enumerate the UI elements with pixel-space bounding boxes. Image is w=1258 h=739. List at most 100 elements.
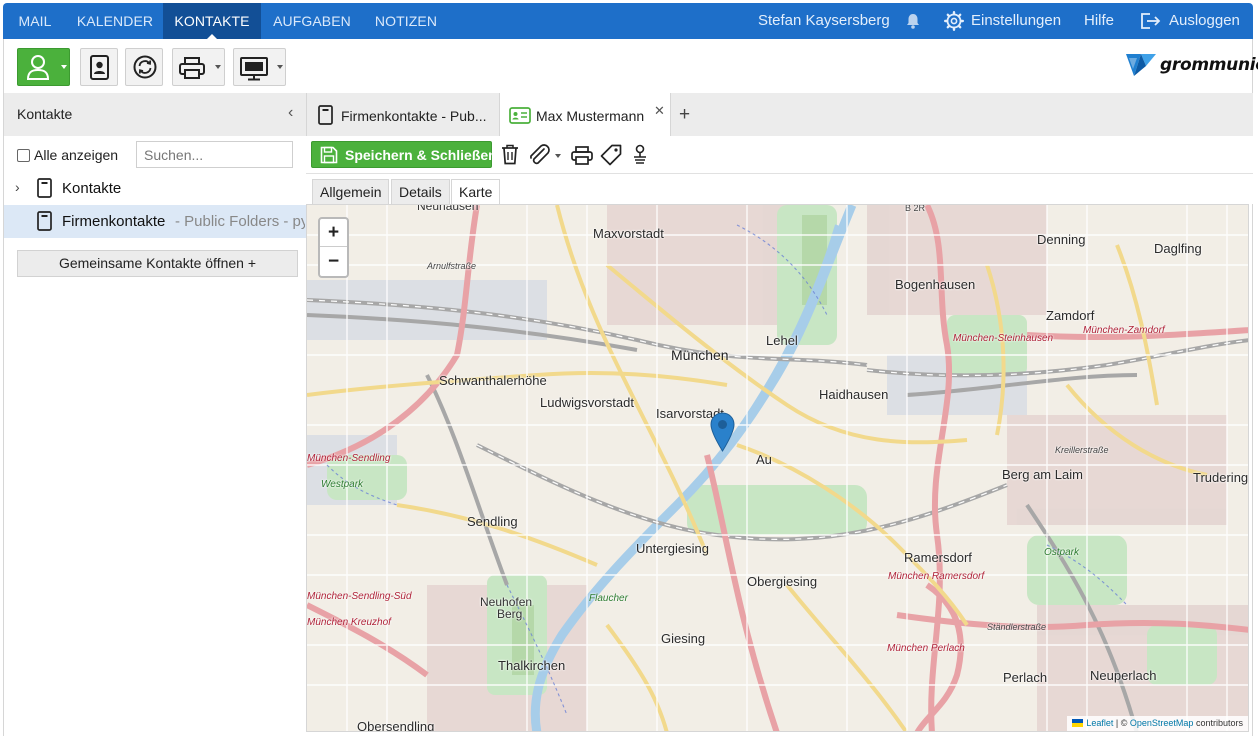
chevron-down-icon[interactable] xyxy=(555,154,561,158)
sidebar-title: Kontakte xyxy=(17,106,73,122)
leaflet-link[interactable]: Leaflet xyxy=(1086,718,1113,728)
chevron-down-icon[interactable] xyxy=(277,65,283,69)
chevron-right-icon[interactable]: › xyxy=(15,179,20,195)
new-contact-icon xyxy=(26,55,50,80)
tag-icon[interactable] xyxy=(600,144,622,166)
gear-icon[interactable] xyxy=(944,11,964,31)
logo-text: grommunio xyxy=(1160,55,1258,75)
map-label: Obersendling xyxy=(357,719,435,732)
map-label: München Ramersdorf xyxy=(888,571,985,582)
map-label: Lehel xyxy=(766,333,798,348)
location-marker-icon[interactable] xyxy=(710,412,735,452)
contacts-folder-icon xyxy=(318,105,333,125)
user-name[interactable]: Stefan Kaysersberg xyxy=(758,3,890,39)
tab-kalender[interactable]: KALENDER xyxy=(67,3,163,39)
map-label: Perlach xyxy=(1003,670,1048,685)
address-book-button[interactable] xyxy=(80,48,118,86)
map-label: Schwanthalerhöhe xyxy=(439,373,547,388)
grommunio-logo-icon xyxy=(1126,54,1156,76)
settings-link[interactable]: Einstellungen xyxy=(971,3,1061,39)
contact-card-icon xyxy=(509,107,531,124)
map-label: Kreillerstraße xyxy=(1055,445,1109,455)
map-label: Thalkirchen xyxy=(498,658,566,673)
address-book-icon xyxy=(90,55,109,80)
logout-link[interactable]: Ausloggen xyxy=(1169,3,1240,39)
map-label: Daglfing xyxy=(1154,241,1202,256)
map-label: München-Zamdorf xyxy=(1083,325,1165,336)
sidebar-header: Kontakte ‹ xyxy=(4,93,307,136)
contacts-sidebar: Kontakte ‹ Alle anzeigen › Kontakte Firm… xyxy=(3,93,307,736)
zoom-out-button[interactable]: − xyxy=(320,248,347,276)
map-label: Flaucher xyxy=(589,593,628,604)
map-label: München-Sendling xyxy=(307,453,391,464)
zoom-in-button[interactable]: + xyxy=(320,219,347,247)
close-icon[interactable]: ✕ xyxy=(654,103,665,119)
map-label: Au xyxy=(756,452,772,467)
view-button[interactable] xyxy=(233,48,286,86)
contact-actions: Speichern & Schließen xyxy=(306,136,1253,174)
contact-editor: Firmenkontakte - Pub... Max Mustermann ✕… xyxy=(306,93,1253,736)
subtab-allgemein[interactable]: Allgemein xyxy=(312,179,390,205)
collapse-icon[interactable]: ‹ xyxy=(288,104,293,122)
checkbox-icon[interactable] xyxy=(17,149,30,162)
attribution-contributors: contributors xyxy=(1195,718,1243,728)
tree-item-label: Firmenkontakte xyxy=(62,213,166,230)
open-shared-contacts-button[interactable]: Gemeinsame Kontakte öffnen + xyxy=(17,250,298,277)
tab-kontakte[interactable]: KONTAKTE xyxy=(163,3,261,39)
map-label: Berg am Laim xyxy=(1002,467,1083,482)
map-label: Sendling xyxy=(467,514,518,529)
new-contact-button[interactable] xyxy=(17,48,70,86)
tree-item-kontakte[interactable]: › Kontakte xyxy=(4,172,307,205)
search-input[interactable] xyxy=(137,142,292,167)
tab-mail[interactable]: MAIL xyxy=(3,3,67,39)
print-icon[interactable] xyxy=(571,146,593,165)
contact-subtabs: Allgemein Details Karte xyxy=(306,174,1253,205)
help-link[interactable]: Hilfe xyxy=(1084,3,1114,39)
tab-label: Firmenkontakte - Pub... xyxy=(341,108,487,124)
map-label: Neuhausen xyxy=(417,204,479,213)
map-label: Berg xyxy=(497,607,523,621)
map-label: Arnulfstraße xyxy=(427,261,477,271)
map-label: Denning xyxy=(1037,232,1086,247)
tree-item-label: Kontakte xyxy=(62,180,122,197)
print-icon xyxy=(179,57,205,79)
tab-aufgaben[interactable]: AUFGABEN xyxy=(261,3,363,39)
logout-icon[interactable] xyxy=(1140,12,1162,30)
save-close-label: Speichern & Schließen xyxy=(345,147,497,163)
map-label: Obergiesing xyxy=(747,574,818,589)
tree-item-firmenkontakte[interactable]: Firmenkontakte - Public Folders - py xyxy=(4,205,307,238)
contact-map[interactable]: Neuhausen Maxvorstadt München Lehel Boge… xyxy=(306,204,1249,732)
osm-link[interactable]: OpenStreetMap xyxy=(1130,718,1194,728)
tab-max-mustermann[interactable]: Max Mustermann ✕ xyxy=(499,93,671,136)
tab-firmenkontakte[interactable]: Firmenkontakte - Pub... xyxy=(308,93,496,136)
top-navigation: MAIL KALENDER KONTAKTE AUFGABEN NOTIZEN … xyxy=(3,3,1253,39)
chevron-down-icon[interactable] xyxy=(61,65,67,69)
save-icon xyxy=(320,146,338,164)
sync-button[interactable] xyxy=(125,48,163,86)
monitor-icon xyxy=(240,57,268,81)
chevron-down-icon[interactable] xyxy=(215,65,221,69)
attribution-separator: | © xyxy=(1115,718,1128,728)
print-button[interactable] xyxy=(172,48,225,86)
save-close-button[interactable]: Speichern & Schließen xyxy=(311,141,497,168)
map-tiles[interactable] xyxy=(307,205,1249,732)
tab-notizen[interactable]: NOTIZEN xyxy=(363,3,449,39)
search-field[interactable] xyxy=(136,141,293,168)
map-label: Neuperlach xyxy=(1090,668,1157,683)
map-label: München-Steinhausen xyxy=(953,333,1054,344)
subtab-details[interactable]: Details xyxy=(391,179,450,205)
add-tab-button[interactable]: + xyxy=(679,104,690,126)
subtab-karte[interactable]: Karte xyxy=(451,179,501,205)
trash-icon[interactable] xyxy=(501,144,519,165)
map-label: Bogenhausen xyxy=(895,277,976,292)
document-tabs: Firmenkontakte - Pub... Max Mustermann ✕… xyxy=(306,93,1253,136)
main-toolbar: grommunio xyxy=(3,39,1258,93)
bell-icon[interactable] xyxy=(906,13,920,29)
map-label: B 2R xyxy=(905,204,926,213)
contacts-folder-icon xyxy=(37,211,52,231)
paperclip-icon[interactable] xyxy=(527,144,551,166)
show-all-label: Alle anzeigen xyxy=(34,147,119,163)
map-label: München xyxy=(671,347,729,363)
lock-icon[interactable] xyxy=(631,144,649,166)
sync-icon xyxy=(133,55,157,79)
